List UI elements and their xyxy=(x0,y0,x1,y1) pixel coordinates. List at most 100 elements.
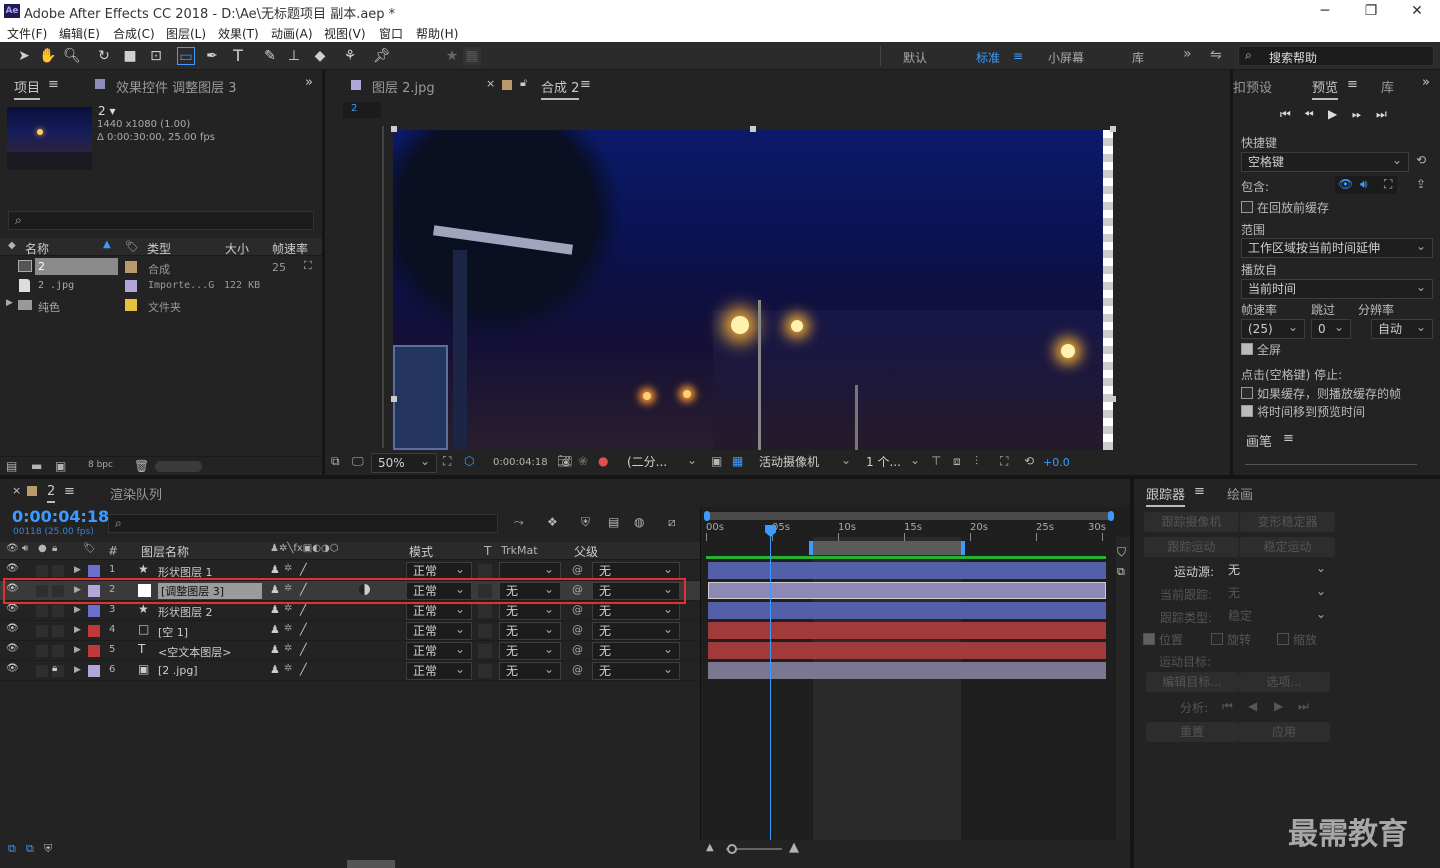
trash-icon[interactable]: 🗑︎ xyxy=(134,459,149,473)
timeline-timecode[interactable]: 0:00:04:18 xyxy=(12,507,109,526)
more-panels-icon[interactable]: » xyxy=(1422,75,1430,90)
zoom-tool-icon[interactable]: 🔍︎ xyxy=(63,47,81,65)
layer-name[interactable]: <空文本图层> xyxy=(158,644,231,660)
interpret-footage-icon[interactable]: ▤ xyxy=(6,459,17,473)
hand-tool-icon[interactable]: ✋ xyxy=(39,47,57,65)
position-checkbox[interactable] xyxy=(1143,633,1155,645)
tab-timeline-comp[interactable]: 2 xyxy=(47,484,56,503)
rotate-tool-icon[interactable]: ↻ xyxy=(95,47,113,65)
toggle-render-time-icon[interactable]: ⛨ xyxy=(44,842,52,856)
reset-icon[interactable]: ⟲ xyxy=(1416,153,1426,167)
lock-icon[interactable]: 🔒︎ xyxy=(52,663,57,674)
current-timecode[interactable]: 0:00:04:18 xyxy=(493,457,548,468)
lock-toggle[interactable] xyxy=(52,625,64,637)
move-time-checkbox[interactable] xyxy=(1241,405,1253,417)
layer-row[interactable]: 👁︎ ▶ 4 □ [空 1] ♟ ✲ ╱ 正常 无 @ 无 xyxy=(0,621,700,641)
visibility-eye-icon[interactable]: 👁︎ xyxy=(6,603,19,614)
column-size[interactable]: 大小 xyxy=(225,240,249,257)
brush-tool-icon[interactable]: ✎ xyxy=(261,47,279,65)
workspace-standard[interactable]: 标准 xyxy=(976,49,1000,66)
comp-flowchart-icon[interactable]: ⤳ xyxy=(514,515,524,530)
motion-source-dropdown[interactable]: 无 xyxy=(1222,559,1332,581)
minimize-button[interactable]: ─ xyxy=(1302,0,1348,22)
track-camera-button[interactable]: 跟踪摄像机 xyxy=(1144,512,1239,532)
eraser-tool-icon[interactable]: ◆ xyxy=(311,47,329,65)
layer-duration-bar[interactable] xyxy=(708,662,1106,679)
layer-duration-bar[interactable] xyxy=(708,582,1106,599)
range-dropdown[interactable]: 工作区域按当前时间延伸 xyxy=(1241,237,1433,258)
tab-brush[interactable]: 画笔 xyxy=(1246,431,1272,450)
help-search-input[interactable]: ⌕ 搜索帮助 xyxy=(1238,46,1434,66)
blend-mode-dropdown[interactable]: 正常 xyxy=(406,661,472,680)
track-type-dropdown[interactable]: 稳定 xyxy=(1222,605,1332,627)
frame-blending-icon[interactable]: ▤ xyxy=(608,515,619,529)
column-name[interactable]: 名称 xyxy=(25,240,49,257)
zoom-in-icon[interactable]: ▲ xyxy=(789,840,799,855)
scale-checkbox[interactable] xyxy=(1277,633,1289,645)
include-video-icon[interactable]: 👁︎ xyxy=(1338,177,1353,191)
fit-icon[interactable]: ⛶ xyxy=(443,454,451,469)
layer-name[interactable]: [空 1] xyxy=(158,624,188,640)
play-from-dropdown[interactable]: 当前时间 xyxy=(1241,278,1433,299)
visibility-eye-icon[interactable]: 👁︎ xyxy=(6,563,19,574)
preserve-transparency-toggle[interactable] xyxy=(478,564,492,578)
menu-edit[interactable]: 编辑(E) xyxy=(59,25,100,42)
collapse-switch-icon[interactable]: ✲ xyxy=(284,643,292,654)
layer-row[interactable]: 👁︎ ▶ 5 T <空文本图层> ♟ ✲ ╱ 正常 无 @ 无 xyxy=(0,641,700,661)
quality-switch-icon[interactable]: ╱ xyxy=(300,603,307,616)
label-color[interactable] xyxy=(88,625,100,637)
project-item[interactable]: 2 合成 25 ⛶ xyxy=(0,258,322,276)
bbox-handle[interactable] xyxy=(1110,126,1116,132)
comp-breadcrumb[interactable]: 2 xyxy=(343,102,381,118)
visibility-eye-icon[interactable]: 👁︎ xyxy=(6,643,19,654)
workspace-small-screen[interactable]: 小屏幕 xyxy=(1048,49,1084,66)
comp-marker-icon[interactable]: ⛉ xyxy=(1117,545,1126,560)
type-tool-icon[interactable]: T xyxy=(229,47,247,65)
toggle-switches-icon[interactable]: ⧉ xyxy=(8,842,16,856)
menu-window[interactable]: 窗口 xyxy=(379,25,403,42)
layer-duration-bar[interactable] xyxy=(708,622,1106,639)
tab-tracker[interactable]: 跟踪器 xyxy=(1146,484,1186,507)
shy-switch-icon[interactable]: ♟ xyxy=(270,643,280,656)
more-panels-icon[interactable]: » xyxy=(305,75,313,90)
preserve-transparency-toggle[interactable] xyxy=(478,644,492,658)
roto-brush-tool-icon[interactable]: ⚘ xyxy=(341,47,359,65)
pick-whip-icon[interactable]: @ xyxy=(572,623,583,636)
close-button[interactable]: ✕ xyxy=(1394,0,1440,22)
shy-switch-icon[interactable]: ♟ xyxy=(270,563,280,576)
project-item[interactable]: ▶ 纯色 文件夹 xyxy=(0,296,322,314)
prev-frame-icon[interactable]: ⏪︎ xyxy=(1304,107,1314,122)
preserve-transparency-toggle[interactable] xyxy=(478,604,492,618)
tab-effect-controls[interactable]: 效果控件 调整图层 3 xyxy=(116,77,237,96)
first-frame-icon[interactable]: ⏮ xyxy=(1280,107,1291,122)
graph-editor-icon[interactable]: ⧄ xyxy=(668,515,676,530)
workspace-more-icon[interactable]: » xyxy=(1183,46,1192,62)
parent-dropdown[interactable]: 无 xyxy=(592,621,680,640)
export-icon[interactable]: ⇪ xyxy=(1416,177,1426,191)
trkmat-dropdown[interactable]: 无 xyxy=(499,621,561,640)
monitor-icon[interactable]: 🖵︎ xyxy=(352,454,364,469)
analyze-back-icon[interactable]: ⏮ xyxy=(1222,699,1233,714)
menu-animation[interactable]: 动画(A) xyxy=(271,25,313,42)
preserve-transparency-toggle[interactable] xyxy=(478,624,492,638)
expand-arrow-icon[interactable]: ▶ xyxy=(74,625,81,635)
skip-dropdown[interactable]: 0 xyxy=(1311,318,1351,339)
collapse-switch-icon[interactable]: ✲ xyxy=(284,563,292,574)
parent-dropdown[interactable]: 无 xyxy=(592,601,680,620)
resolution-dropdown[interactable]: (二分... xyxy=(621,451,703,473)
menu-composition[interactable]: 合成(C) xyxy=(113,25,155,42)
quality-switch-icon[interactable]: ╱ xyxy=(300,623,307,636)
reset-exposure-icon[interactable]: ⟲ xyxy=(1024,454,1034,468)
expand-arrow-icon[interactable]: ▶ xyxy=(74,665,81,675)
pick-whip-icon[interactable]: @ xyxy=(572,643,583,656)
pick-whip-icon[interactable]: @ xyxy=(572,663,583,676)
zoom-out-icon[interactable]: ▲ xyxy=(706,842,714,853)
visibility-eye-icon[interactable]: 👁︎ xyxy=(6,623,19,634)
include-audio-icon[interactable]: 🔊︎ xyxy=(1360,177,1368,192)
timeline-icon[interactable]: ⫶ xyxy=(975,454,978,469)
panel-menu-icon[interactable]: ≡ xyxy=(1194,484,1205,499)
workspace-default[interactable]: 默认 xyxy=(903,49,927,66)
tab-presets[interactable]: 扣预设 xyxy=(1233,77,1272,96)
solo-toggle[interactable] xyxy=(36,665,48,677)
bbox-handle[interactable] xyxy=(750,126,756,132)
